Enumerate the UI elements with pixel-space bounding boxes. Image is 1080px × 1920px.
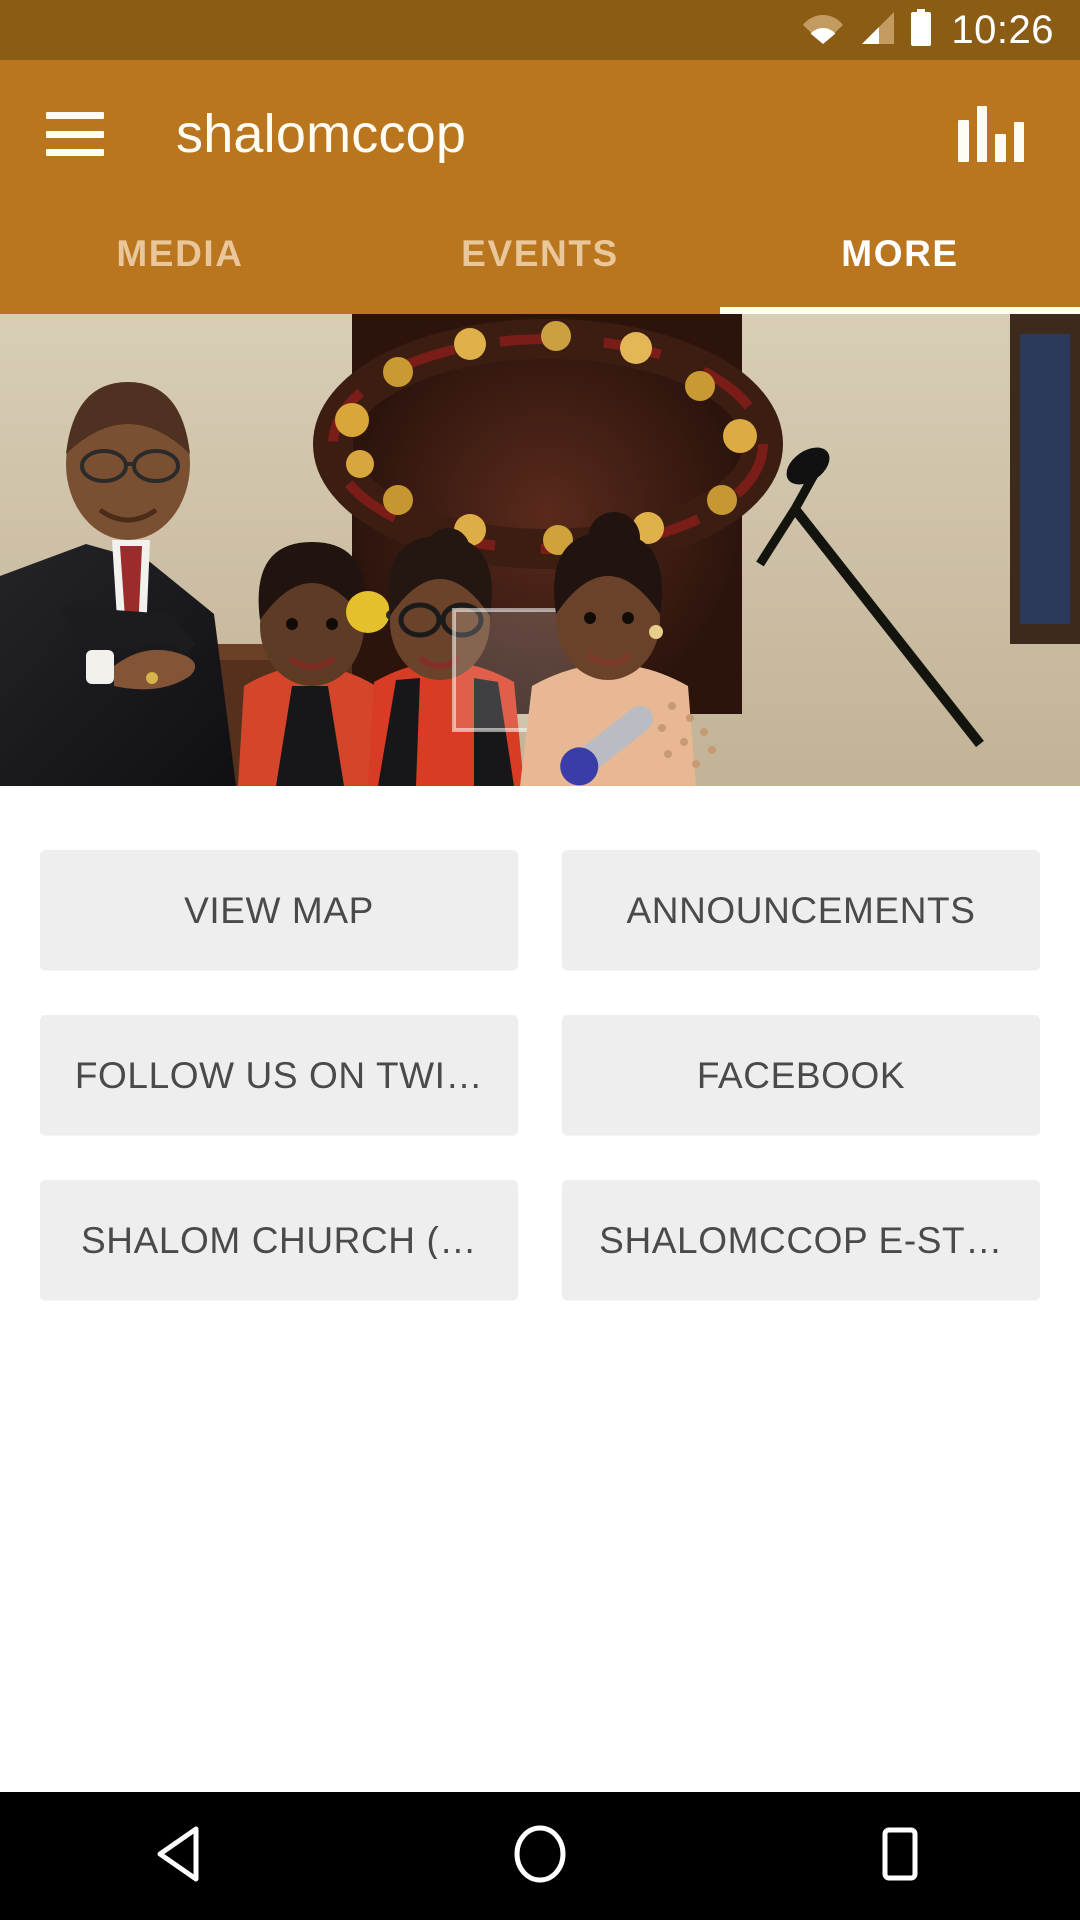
cellular-signal-icon [857, 11, 895, 50]
shalom-church-label: SHALOM CHURCH (… [80, 1221, 478, 1259]
status-bar-clock: 10:26 [951, 8, 1054, 52]
wifi-icon [803, 11, 844, 50]
facebook-button[interactable]: FACEBOOK [562, 1015, 1040, 1135]
home-circle-icon [512, 1825, 568, 1888]
phone-screen: 10:26 shalomccop MEDIA EVENTS MORE VIEW … [0, 0, 1080, 1920]
facebook-label: FACEBOOK [696, 1056, 906, 1094]
shalomccop-estore-label: SHALOMCCOP E-ST… [599, 1221, 1003, 1259]
back-triangle-icon [154, 1825, 206, 1888]
status-bar: 10:26 [0, 0, 1080, 60]
android-navigation-bar [0, 1792, 1080, 1920]
announcements-label: ANNOUNCEMENTS [626, 891, 976, 929]
equalizer-chart-icon[interactable] [958, 106, 1024, 162]
shalomccop-estore-button[interactable]: SHALOMCCOP E-ST… [562, 1180, 1040, 1300]
hero-banner-image [0, 314, 1080, 786]
tab-media-label: MEDIA [116, 232, 244, 274]
recents-square-icon [877, 1825, 923, 1888]
view-map-button[interactable]: VIEW MAP [40, 850, 518, 970]
more-button-grid: VIEW MAP ANNOUNCEMENTS FOLLOW US ON TWI…… [0, 786, 1080, 1300]
tab-events-label: EVENTS [461, 232, 619, 274]
page-title: shalomccop [176, 104, 467, 164]
back-button[interactable] [0, 1792, 360, 1920]
tab-more[interactable]: MORE [720, 192, 1080, 314]
tab-events[interactable]: EVENTS [360, 192, 720, 314]
tab-media[interactable]: MEDIA [0, 192, 360, 314]
tab-bar: MEDIA EVENTS MORE [0, 192, 1080, 314]
battery-icon [909, 8, 933, 52]
view-map-label: VIEW MAP [184, 891, 374, 929]
home-button[interactable] [360, 1792, 720, 1920]
active-tab-indicator [720, 307, 1080, 314]
twitter-label: FOLLOW US ON TWI… [74, 1056, 484, 1094]
announcements-button[interactable]: ANNOUNCEMENTS [562, 850, 1040, 970]
recents-button[interactable] [720, 1792, 1080, 1920]
hamburger-menu-icon[interactable] [46, 112, 104, 156]
twitter-button[interactable]: FOLLOW US ON TWI… [40, 1015, 518, 1135]
tab-more-label: MORE [841, 232, 959, 274]
shalom-church-button[interactable]: SHALOM CHURCH (… [40, 1180, 518, 1300]
